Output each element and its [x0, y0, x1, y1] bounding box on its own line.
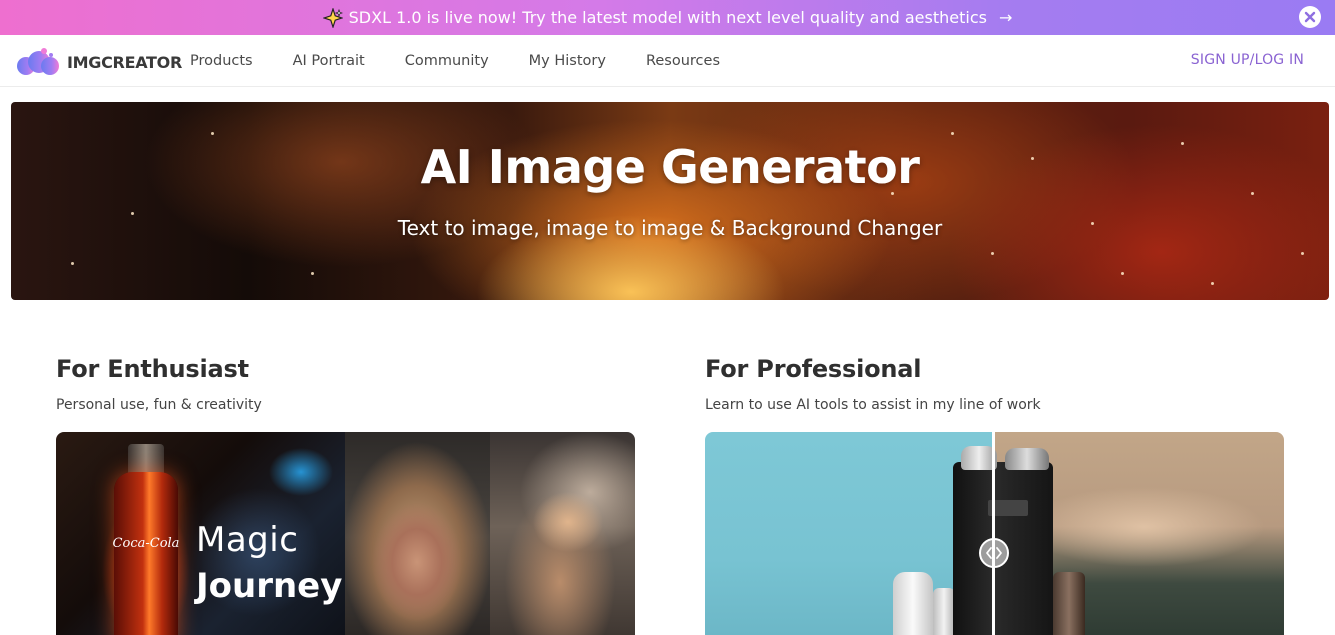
enthusiast-title: For Enthusiast — [56, 355, 249, 383]
fairy-image — [490, 432, 635, 635]
professional-title: For Professional — [705, 355, 922, 383]
logo-text: IMGCREATOR — [67, 52, 182, 72]
compare-slider-icon — [986, 547, 1002, 559]
hero-title: AI Image Generator — [420, 140, 920, 194]
professional-card[interactable] — [705, 432, 1284, 635]
hero-banner: AI Image Generator Text to image, image … — [11, 102, 1329, 300]
sign-up-login-link[interactable]: SIGN UP/LOG IN — [1191, 52, 1304, 68]
announcement-text: SDXL 1.0 is live now! Try the latest mod… — [348, 8, 987, 27]
arrow-right-icon: → — [998, 8, 1013, 27]
announcement-link[interactable]: SDXL 1.0 is live now! Try the latest mod… — [322, 7, 1013, 28]
top-navigation: IMGCREATOR Products AI Portrait Communit… — [0, 35, 1335, 87]
white-cup — [933, 588, 955, 635]
bottle-illustration — [114, 472, 178, 635]
white-bottle — [893, 572, 933, 635]
enthusiast-card[interactable]: Coca-Cola Magic Journey — [56, 432, 635, 635]
main-nav: Products AI Portrait Community My Histor… — [190, 35, 760, 87]
nav-ai-portrait[interactable]: AI Portrait — [293, 53, 365, 69]
professional-subtitle: Learn to use AI tools to assist in my li… — [705, 397, 1041, 413]
logo-cloud-icon — [17, 48, 59, 75]
compare-divider — [992, 432, 995, 635]
compare-slider-handle[interactable] — [979, 538, 1009, 568]
close-banner-button[interactable] — [1299, 6, 1321, 28]
professional-section: For Professional Learn to use AI tools t… — [705, 355, 1285, 413]
announcement-banner: SDXL 1.0 is live now! Try the latest mod… — [0, 0, 1335, 35]
enthusiast-subtitle: Personal use, fun & creativity — [56, 397, 262, 413]
card-overlay-magic: Magic — [196, 520, 299, 560]
bottle-label: Coca-Cola — [112, 536, 180, 551]
hero-subtitle: Text to image, image to image & Backgrou… — [397, 216, 943, 240]
close-icon — [1304, 11, 1316, 23]
sparkle-icon — [322, 7, 343, 28]
machine-lid-right — [1005, 448, 1049, 470]
portrait-image — [345, 432, 490, 635]
nav-community[interactable]: Community — [405, 53, 489, 69]
card-overlay-journey: Journey — [196, 566, 343, 606]
nav-resources[interactable]: Resources — [646, 53, 720, 69]
magic-journey-image: Coca-Cola Magic Journey — [56, 432, 345, 635]
enthusiast-section: For Enthusiast Personal use, fun & creat… — [56, 355, 636, 413]
nav-products[interactable]: Products — [190, 53, 253, 69]
logo[interactable]: IMGCREATOR — [15, 46, 182, 78]
nav-my-history[interactable]: My History — [529, 53, 606, 69]
coffee-jar — [1053, 572, 1085, 635]
